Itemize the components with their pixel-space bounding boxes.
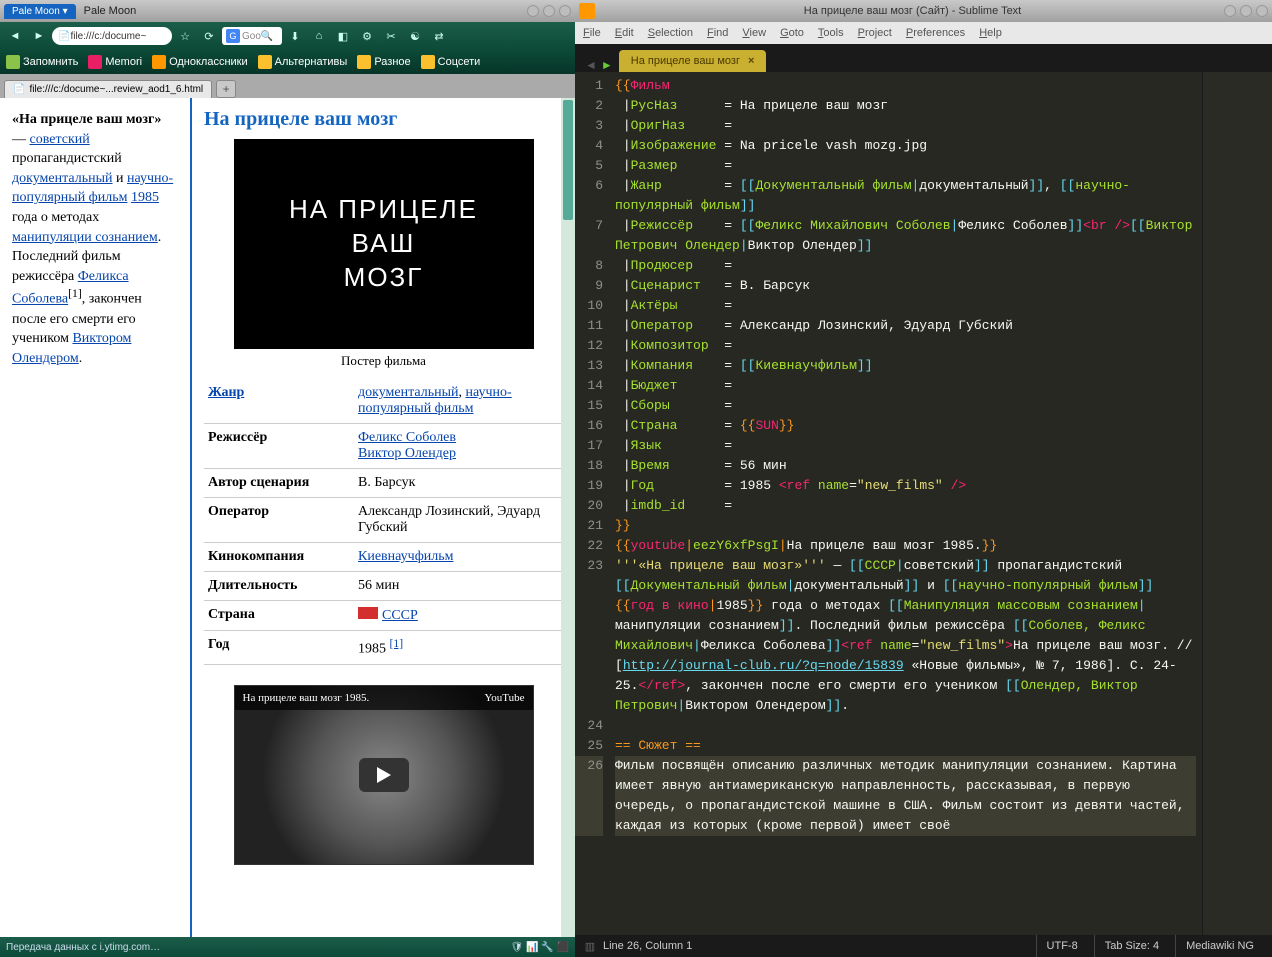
- window-title: Pale Moon: [84, 5, 527, 17]
- infobox-row: Год1985 [1]: [204, 631, 563, 665]
- tab-strip: 📄 file:///c:/docume~...review_aod1_6.htm…: [0, 74, 575, 98]
- bookmark-item[interactable]: Запомнить: [6, 55, 78, 69]
- syntax[interactable]: Mediawiki NG: [1175, 935, 1264, 957]
- addon4-icon[interactable]: ⇄: [428, 26, 450, 46]
- editor-menubar[interactable]: File Edit Selection Find View Goto Tools Projec…: [575, 22, 1272, 44]
- menu-item[interactable]: Goto: [780, 27, 804, 39]
- infobox-row: Жанрдокументальный, научно-популярный фи…: [204, 379, 563, 424]
- addon1-icon[interactable]: ⚙: [356, 26, 378, 46]
- menu-item[interactable]: Help: [979, 27, 1002, 39]
- article-title: На прицеле ваш мозг: [204, 108, 563, 131]
- poster-caption: Постер фильма: [204, 353, 563, 369]
- line-gutter[interactable]: 123456 7 891011121314151617181920212223 …: [575, 72, 609, 935]
- menu-item[interactable]: View: [742, 27, 766, 39]
- nav-toolbar: ◄ ► 📄 file:///c:/docume~ ☆ ⟳ GGoo 🔍 ⬇ ⌂ …: [0, 22, 575, 50]
- new-tab-button[interactable]: +: [216, 80, 236, 98]
- menu-item[interactable]: Project: [858, 27, 892, 39]
- home-icon[interactable]: ⌂: [308, 26, 330, 46]
- infobox-row: Автор сценарияВ. Барсук: [204, 469, 563, 498]
- reader-icon[interactable]: ◧: [332, 26, 354, 46]
- nav-fwd-icon[interactable]: ►: [601, 58, 613, 72]
- menu-item[interactable]: Preferences: [906, 27, 965, 39]
- cursor-position[interactable]: Line 26, Column 1: [603, 940, 692, 952]
- article-main: На прицеле ваш мозг НА ПРИЦЕЛЕВАШМОЗГ По…: [190, 98, 575, 937]
- infobox-row: КинокомпанияКиевнаучфильм: [204, 543, 563, 572]
- menu-item[interactable]: Tools: [818, 27, 844, 39]
- back-button[interactable]: ◄: [4, 26, 26, 46]
- menu-item[interactable]: Find: [707, 27, 728, 39]
- video-titlebar: На прицеле ваш мозг 1985. YouTube: [235, 686, 533, 710]
- close-tab-icon[interactable]: ×: [748, 55, 754, 67]
- editor-tab[interactable]: На прицеле ваш мозг ×: [619, 50, 767, 72]
- browser-tab[interactable]: 📄 file:///c:/docume~...review_aod1_6.htm…: [4, 80, 212, 98]
- page-content: «На прицеле ваш мозг» — советский пропаг…: [0, 98, 575, 937]
- editor-statusbar: ▥ Line 26, Column 1 UTF-8 Tab Size: 4 Me…: [575, 935, 1272, 957]
- menu-item[interactable]: File: [583, 27, 601, 39]
- code-area[interactable]: {{Фильм |РусНаз = На прицеле ваш мозг |О…: [609, 72, 1202, 935]
- editor-titlebar[interactable]: На прицеле ваш мозг (Сайт) - Sublime Tex…: [575, 0, 1272, 22]
- menu-item[interactable]: Selection: [648, 27, 693, 39]
- editor-tabs: ◄ ► На прицеле ваш мозг ×: [575, 44, 1272, 72]
- sublime-icon: [579, 3, 595, 19]
- encoding[interactable]: UTF-8: [1036, 935, 1088, 957]
- editor-body[interactable]: 123456 7 891011121314151617181920212223 …: [575, 72, 1272, 935]
- search-box[interactable]: GGoo 🔍: [222, 27, 282, 45]
- bookmark-item[interactable]: Одноклассники: [152, 55, 248, 69]
- article-intro: «На прицеле ваш мозг» — советский пропаг…: [0, 98, 190, 937]
- editor-window-controls[interactable]: [1224, 5, 1268, 17]
- editor-window-title: На прицеле ваш мозг (Сайт) - Sublime Tex…: [601, 5, 1224, 17]
- poster-image: НА ПРИЦЕЛЕВАШМОЗГ: [234, 139, 534, 349]
- address-bar[interactable]: 📄 file:///c:/docume~: [52, 27, 172, 45]
- status-icons[interactable]: 🛡 📊 🔧 ⬛: [511, 942, 569, 953]
- menu-item[interactable]: Edit: [615, 27, 634, 39]
- infobox-row: ОператорАлександр Лозинский, Эдуард Губс…: [204, 498, 563, 543]
- editor-window: На прицеле ваш мозг (Сайт) - Sublime Tex…: [575, 0, 1272, 957]
- bookmark-star-icon[interactable]: ☆: [174, 26, 196, 46]
- forward-button[interactable]: ►: [28, 26, 50, 46]
- infobox-row: СтранаСССР: [204, 601, 563, 631]
- bookmarks-bar: Запомнить Memori Одноклассники Альтернативы…: [0, 50, 575, 74]
- bookmark-item[interactable]: Альтернативы: [258, 55, 348, 69]
- infobox-table: Жанрдокументальный, научно-популярный фи…: [204, 379, 563, 665]
- browser-window: Pale Moon ▾ Pale Moon ◄ ► 📄 file:///c:/d…: [0, 0, 575, 957]
- play-button[interactable]: [359, 758, 409, 792]
- bookmark-item[interactable]: Memori: [88, 55, 142, 69]
- window-controls[interactable]: [527, 5, 571, 17]
- addon3-icon[interactable]: ☯: [404, 26, 426, 46]
- infobox-row: Длительность56 мин: [204, 572, 563, 601]
- minimap[interactable]: [1202, 72, 1272, 935]
- video-thumbnail[interactable]: [235, 686, 533, 864]
- tab-size[interactable]: Tab Size: 4: [1094, 935, 1169, 957]
- video-embed[interactable]: На прицеле ваш мозг 1985. YouTube: [234, 685, 534, 865]
- bookmark-item[interactable]: Соцсети: [421, 55, 481, 69]
- scrollbar[interactable]: [561, 98, 575, 937]
- download-icon[interactable]: ⬇: [284, 26, 306, 46]
- reload-button[interactable]: ⟳: [198, 26, 220, 46]
- nav-back-icon[interactable]: ◄: [585, 58, 597, 72]
- status-text: Передача данных с i.ytimg.com…: [6, 942, 160, 953]
- app-menu-button[interactable]: Pale Moon ▾: [4, 4, 76, 19]
- browser-titlebar[interactable]: Pale Moon ▾ Pale Moon: [0, 0, 575, 22]
- addon2-icon[interactable]: ✂: [380, 26, 402, 46]
- bookmark-item[interactable]: Разное: [357, 55, 410, 69]
- panel-icon[interactable]: ▥: [583, 940, 597, 953]
- infobox-row: РежиссёрФеликс СоболевВиктор Олендер: [204, 424, 563, 469]
- status-bar: Передача данных с i.ytimg.com… 🛡 📊 🔧 ⬛: [0, 937, 575, 957]
